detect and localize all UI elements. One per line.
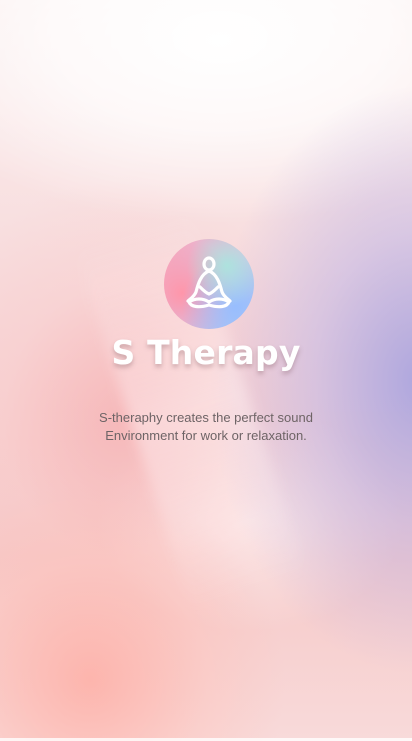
tagline-line-2: Environment for work or relaxation. [105, 428, 307, 443]
tagline-line-1: S-theraphy creates the perfect sound [99, 410, 313, 425]
app-logo [164, 239, 254, 329]
splash-screen: S Therapy S-theraphy creates the perfect… [0, 0, 412, 741]
meditation-icon [186, 256, 232, 309]
app-tagline: S-theraphy creates the perfect sound Env… [0, 409, 412, 445]
app-title: S Therapy [111, 333, 301, 372]
